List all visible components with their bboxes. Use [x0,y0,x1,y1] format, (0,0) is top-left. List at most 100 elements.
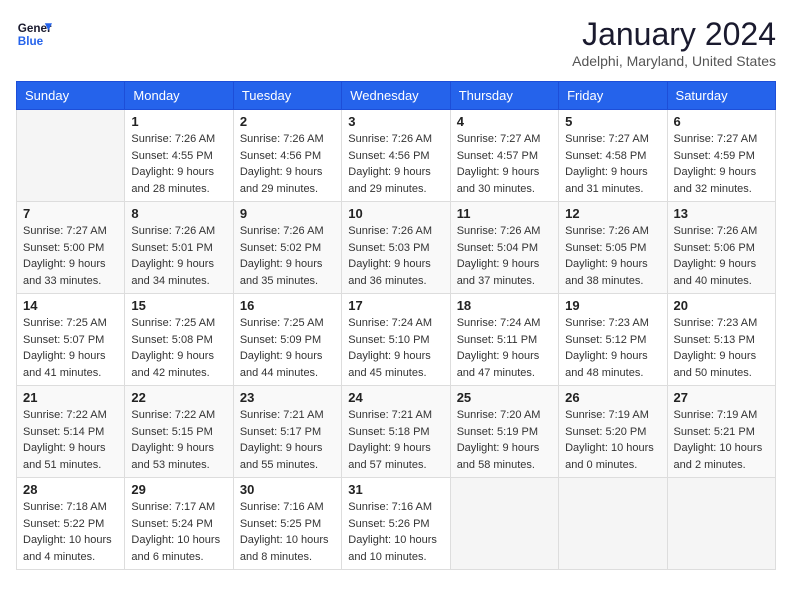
calendar-cell: 11Sunrise: 7:26 AMSunset: 5:04 PMDayligh… [450,202,558,294]
daylight-text: Daylight: 9 hours and 29 minutes. [348,164,443,197]
calendar-week-row: 21Sunrise: 7:22 AMSunset: 5:14 PMDayligh… [17,386,776,478]
calendar-cell: 17Sunrise: 7:24 AMSunset: 5:10 PMDayligh… [342,294,450,386]
calendar-table: SundayMondayTuesdayWednesdayThursdayFrid… [16,81,776,570]
daylight-text: Daylight: 9 hours and 47 minutes. [457,348,552,381]
calendar-cell: 3 Sunrise: 7:26 AMSunset: 4:56 PMDaylight… [342,110,450,202]
sunrise-text: Sunrise: 7:22 AM [23,407,118,424]
day-number: 10 [348,206,443,221]
cell-content: Sunrise: 7:26 AMSunset: 5:01 PMDaylight:… [131,223,226,289]
day-number: 29 [131,482,226,497]
sunset-text: Sunset: 5:26 PM [348,516,443,533]
cell-content: Sunrise: 7:26 AMSunset: 5:02 PMDaylight:… [240,223,335,289]
day-number: 3 [348,114,443,129]
daylight-text: Daylight: 10 hours and 10 minutes. [348,532,443,565]
cell-content: Sunrise: 7:27 AMSunset: 4:58 PMDaylight:… [565,131,660,197]
calendar-cell: 13Sunrise: 7:26 AMSunset: 5:06 PMDayligh… [667,202,775,294]
sunset-text: Sunset: 5:03 PM [348,240,443,257]
day-number: 14 [23,298,118,313]
daylight-text: Daylight: 9 hours and 30 minutes. [457,164,552,197]
day-number: 22 [131,390,226,405]
cell-content: Sunrise: 7:18 AMSunset: 5:22 PMDaylight:… [23,499,118,565]
calendar-week-row: 14 Sunrise: 7:25 AM Sunset: 5:07 PM Dayligh… [17,294,776,386]
calendar-cell: 9 Sunrise: 7:26 AMSunset: 5:02 PMDaylight… [233,202,341,294]
sunset-text: Sunset: 5:24 PM [131,516,226,533]
calendar-cell: 22Sunrise: 7:22 AMSunset: 5:15 PMDayligh… [125,386,233,478]
daylight-text: Daylight: 9 hours and 53 minutes. [131,440,226,473]
sunset-text: Sunset: 4:56 PM [348,148,443,165]
calendar-cell: 15 Sunrise: 7:25 AMSunset: 5:08 PMDayligh… [125,294,233,386]
page-header: General Blue January 2024 Adelphi, Maryl… [16,16,776,69]
daylight-text: Daylight: 9 hours and 37 minutes. [457,256,552,289]
daylight-text: Daylight: 10 hours and 6 minutes. [131,532,226,565]
day-number: 25 [457,390,552,405]
sunset-text: Sunset: 5:10 PM [348,332,443,349]
sunrise-text: Sunrise: 7:26 AM [348,131,443,148]
day-number: 7 [23,206,118,221]
daylight-text: Daylight: 10 hours and 2 minutes. [674,440,769,473]
sunrise-text: Sunrise: 7:27 AM [565,131,660,148]
day-number: 21 [23,390,118,405]
sunset-text: Sunset: 4:59 PM [674,148,769,165]
sunrise-text: Sunrise: 7:20 AM [457,407,552,424]
calendar-cell: 8 Sunrise: 7:26 AMSunset: 5:01 PMDaylight… [125,202,233,294]
daylight-text: Daylight: 9 hours and 44 minutes. [240,348,335,381]
daylight-text: Daylight: 10 hours and 0 minutes. [565,440,660,473]
sunrise-text: Sunrise: 7:22 AM [131,407,226,424]
day-number: 15 [131,298,226,313]
calendar-cell [559,478,667,570]
calendar-cell: 23Sunrise: 7:21 AMSunset: 5:17 PMDayligh… [233,386,341,478]
day-number: 6 [674,114,769,129]
calendar-cell: 19Sunrise: 7:23 AMSunset: 5:12 PMDayligh… [559,294,667,386]
daylight-text: Daylight: 9 hours and 48 minutes. [565,348,660,381]
cell-content: Sunrise: 7:16 AMSunset: 5:25 PMDaylight:… [240,499,335,565]
sunset-text: Sunset: 5:21 PM [674,424,769,441]
day-number: 24 [348,390,443,405]
month-title: January 2024 [572,16,776,53]
sunset-text: Sunset: 5:07 PM [23,332,118,349]
sunrise-text: Sunrise: 7:24 AM [457,315,552,332]
day-number: 9 [240,206,335,221]
calendar-cell: 6Sunrise: 7:27 AMSunset: 4:59 PMDaylight… [667,110,775,202]
sunset-text: Sunset: 5:04 PM [457,240,552,257]
calendar-cell: 7Sunrise: 7:27 AMSunset: 5:00 PMDaylight… [17,202,125,294]
logo-icon: General Blue [16,16,52,52]
cell-content: Sunrise: 7:25 AMSunset: 5:08 PMDaylight:… [131,315,226,381]
calendar-cell: 12Sunrise: 7:26 AMSunset: 5:05 PMDayligh… [559,202,667,294]
sunrise-text: Sunrise: 7:21 AM [348,407,443,424]
cell-content: Sunrise: 7:26 AMSunset: 4:56 PMDaylight:… [348,131,443,197]
sunset-text: Sunset: 5:18 PM [348,424,443,441]
calendar-cell [17,110,125,202]
sunrise-text: Sunrise: 7:27 AM [23,223,118,240]
day-number: 20 [674,298,769,313]
calendar-cell: 5Sunrise: 7:27 AMSunset: 4:58 PMDaylight… [559,110,667,202]
cell-content: Sunrise: 7:26 AMSunset: 4:56 PMDaylight:… [240,131,335,197]
daylight-text: Daylight: 10 hours and 4 minutes. [23,532,118,565]
sunrise-text: Sunrise: 7:26 AM [240,131,335,148]
cell-content: Sunrise: 7:26 AMSunset: 5:03 PMDaylight:… [348,223,443,289]
cell-content: Sunrise: 7:24 AMSunset: 5:10 PMDaylight:… [348,315,443,381]
sunset-text: Sunset: 5:14 PM [23,424,118,441]
header-day: Tuesday [233,82,341,110]
sunset-text: Sunset: 5:01 PM [131,240,226,257]
header-day: Wednesday [342,82,450,110]
sunrise-text: Sunrise: 7:25 AM [131,315,226,332]
day-number: 2 [240,114,335,129]
svg-text:Blue: Blue [18,35,44,48]
cell-content: Sunrise: 7:19 AMSunset: 5:20 PMDaylight:… [565,407,660,473]
calendar-cell: 2 Sunrise: 7:26 AMSunset: 4:56 PMDaylight… [233,110,341,202]
calendar-cell: 24Sunrise: 7:21 AMSunset: 5:18 PMDayligh… [342,386,450,478]
calendar-cell: 31Sunrise: 7:16 AMSunset: 5:26 PMDayligh… [342,478,450,570]
sunrise-text: Sunrise: 7:27 AM [674,131,769,148]
header-row: SundayMondayTuesdayWednesdayThursdayFrid… [17,82,776,110]
header-day: Saturday [667,82,775,110]
day-number: 19 [565,298,660,313]
sunrise-text: Sunrise: 7:26 AM [674,223,769,240]
header-day: Friday [559,82,667,110]
header-day: Thursday [450,82,558,110]
day-number: 8 [131,206,226,221]
sunset-text: Sunset: 5:08 PM [131,332,226,349]
sunset-text: Sunset: 5:22 PM [23,516,118,533]
sunrise-text: Sunrise: 7:26 AM [240,223,335,240]
cell-content: Sunrise: 7:16 AMSunset: 5:26 PMDaylight:… [348,499,443,565]
sunrise-text: Sunrise: 7:18 AM [23,499,118,516]
